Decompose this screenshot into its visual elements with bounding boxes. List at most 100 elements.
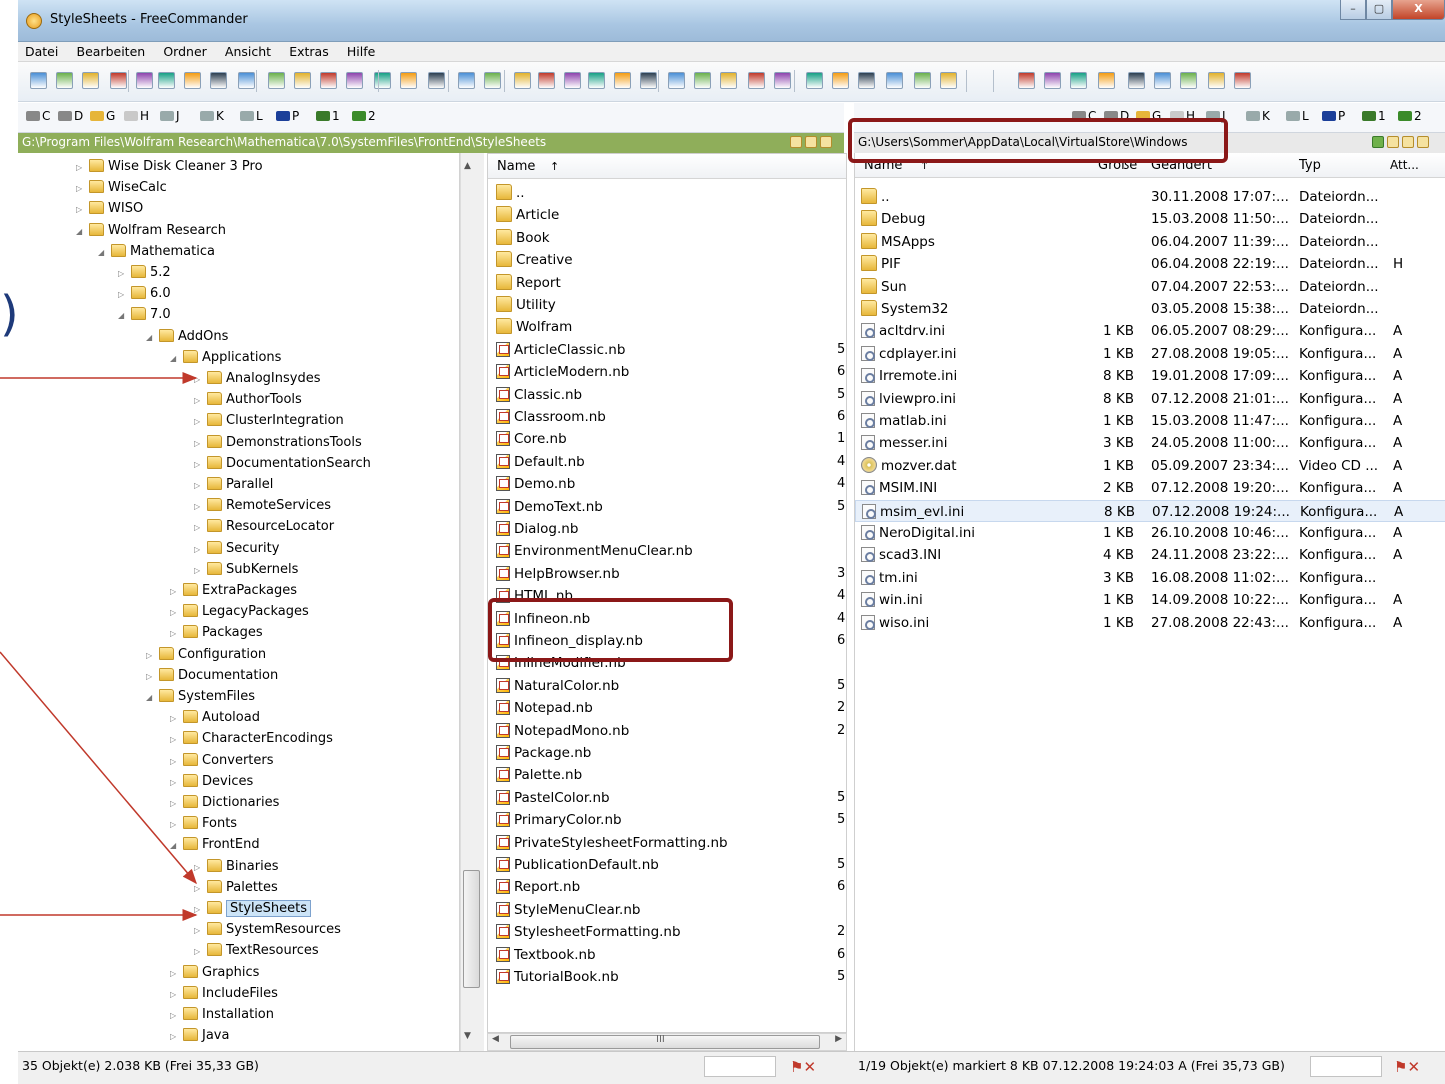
- file-row[interactable]: Report.nb: [496, 876, 580, 898]
- toolbar-button-icon[interactable]: [720, 72, 737, 89]
- drive-d[interactable]: D: [58, 109, 83, 123]
- file-row[interactable]: wiso.ini 1 KB 27.08.2008 22:43:... Konfigur…: [855, 612, 1445, 634]
- collapse-icon[interactable]: ◢: [118, 305, 128, 326]
- file-row[interactable]: EnvironmentMenuClear.nb: [496, 540, 693, 562]
- collapse-icon[interactable]: ◢: [170, 835, 180, 856]
- file-row[interactable]: MSApps 06.04.2007 11:39:... Dateiordn...: [855, 231, 1445, 253]
- file-row[interactable]: mozver.dat 1 KB 05.09.2007 23:34:... Video …: [855, 455, 1445, 477]
- drive-g[interactable]: G: [1136, 109, 1161, 123]
- file-row[interactable]: Palette.nb: [496, 764, 582, 786]
- toolbar-button-icon[interactable]: [886, 72, 903, 89]
- expand-icon[interactable]: ▷: [170, 814, 180, 835]
- toolbar-button-icon[interactable]: [640, 72, 657, 89]
- toolbar-button-icon[interactable]: [110, 72, 127, 89]
- toolbar-button-icon[interactable]: [538, 72, 555, 89]
- toolbar-button-icon[interactable]: [694, 72, 711, 89]
- tree-node[interactable]: ▷ Installation: [170, 1004, 274, 1025]
- file-row[interactable]: InlineModifier.nb: [496, 652, 626, 674]
- file-row[interactable]: ArticleClassic.nb: [496, 339, 625, 361]
- tree-node[interactable]: ▷ DocumentationSearch: [194, 453, 371, 474]
- toolbar-button-icon[interactable]: [184, 72, 201, 89]
- toolbar-button-icon[interactable]: [400, 72, 417, 89]
- file-row[interactable]: messer.ini 3 KB 24.05.2008 11:00:... Konfig…: [855, 432, 1445, 454]
- expand-icon[interactable]: ▷: [194, 411, 204, 432]
- expand-icon[interactable]: ▷: [118, 284, 128, 305]
- expand-icon[interactable]: ▷: [170, 581, 180, 602]
- toolbar-button-icon[interactable]: [1070, 72, 1087, 89]
- drive-1[interactable]: 1: [316, 109, 340, 123]
- file-row[interactable]: msim_evl.ini 8 KB 07.12.2008 19:24:... Konf…: [855, 499, 1445, 522]
- file-row[interactable]: Core.nb: [496, 428, 567, 450]
- toolbar-button-icon[interactable]: [320, 72, 337, 89]
- tree-node[interactable]: ◢ SystemFiles: [146, 686, 255, 707]
- file-row[interactable]: Irremote.ini 8 KB 19.01.2008 17:09:... Konf…: [855, 365, 1445, 387]
- collapse-icon[interactable]: ◢: [146, 327, 156, 348]
- toolbar-button-icon[interactable]: [564, 72, 581, 89]
- toolbar-button-icon[interactable]: [458, 72, 475, 89]
- tree-node[interactable]: ▷ SubKernels: [194, 559, 298, 580]
- history-icon[interactable]: [805, 136, 817, 148]
- left-filter-input[interactable]: [704, 1056, 776, 1077]
- toolbar-button-icon[interactable]: [748, 72, 765, 89]
- file-row[interactable]: NaturalColor.nb: [496, 675, 619, 697]
- file-row[interactable]: DemoText.nb: [496, 496, 603, 518]
- right-col-type[interactable]: Typ: [1299, 153, 1321, 178]
- right-col-name[interactable]: Name: [864, 153, 902, 178]
- tree-node[interactable]: ▷ StyleSheets: [194, 898, 312, 920]
- tree-node[interactable]: ◢ FrontEnd: [170, 834, 260, 855]
- drive-2[interactable]: 2: [352, 109, 376, 123]
- toolbar-button-icon[interactable]: [1234, 72, 1251, 89]
- tree-node[interactable]: ▷ Java: [170, 1025, 229, 1046]
- expand-icon[interactable]: ▷: [194, 433, 204, 454]
- history-icon[interactable]: [1402, 136, 1414, 148]
- toolbar-button-icon[interactable]: [158, 72, 175, 89]
- tree-node[interactable]: ▷ Binaries: [194, 856, 278, 877]
- drive-k[interactable]: K: [1246, 109, 1270, 123]
- file-row[interactable]: Package.nb: [496, 742, 591, 764]
- file-row[interactable]: Classroom.nb: [496, 406, 606, 428]
- file-row[interactable]: Infineon.nb: [496, 608, 590, 630]
- left-path-bar[interactable]: G:\Program Files\Wolfram Research\Mathem…: [18, 133, 844, 153]
- menu-ordner[interactable]: Ordner: [156, 42, 213, 61]
- tree-node[interactable]: ▷ Palettes: [194, 877, 278, 898]
- right-filter-icons[interactable]: ⚑✕: [1394, 1058, 1420, 1076]
- file-row[interactable]: Wolfram: [496, 316, 572, 338]
- expand-icon[interactable]: ▷: [194, 899, 204, 920]
- file-row[interactable]: Classic.nb: [496, 384, 582, 406]
- file-row[interactable]: TutorialBook.nb: [496, 966, 619, 988]
- tree-node[interactable]: ◢ Wolfram Research: [76, 220, 226, 241]
- drive-j[interactable]: J: [160, 109, 180, 123]
- right-path-bar[interactable]: G:\Users\Sommer\AppData\Local\VirtualSto…: [854, 133, 1445, 153]
- folder-up-icon[interactable]: [820, 136, 832, 148]
- toolbar-button-icon[interactable]: [1180, 72, 1197, 89]
- expand-icon[interactable]: ▷: [194, 539, 204, 560]
- toolbar-button-icon[interactable]: [1208, 72, 1225, 89]
- menu-bearbeiten[interactable]: Bearbeiten: [70, 42, 153, 61]
- collapse-icon[interactable]: ◢: [170, 348, 180, 369]
- drive-1[interactable]: 1: [1362, 109, 1386, 123]
- tree-node[interactable]: ▷ Fonts: [170, 813, 237, 834]
- file-row[interactable]: PIF 06.04.2008 22:19:... Dateiordn... H: [855, 253, 1445, 275]
- tree-node[interactable]: ▷ AnalogInsydes: [194, 368, 320, 389]
- tree-node[interactable]: ▷ Wise Disk Cleaner 3 Pro: [76, 156, 263, 177]
- tree-scroll-thumb[interactable]: [463, 870, 480, 988]
- drive-l[interactable]: L: [1286, 109, 1309, 123]
- middle-file-list[interactable]: Name ↑ .. Article Book Creative Report Utilit…: [487, 153, 847, 1033]
- tree-node[interactable]: ▷ RemoteServices: [194, 495, 331, 516]
- drive-l[interactable]: L: [240, 109, 263, 123]
- file-row[interactable]: Article: [496, 204, 559, 226]
- tree-node[interactable]: ◢ Applications: [170, 347, 281, 368]
- expand-icon[interactable]: ▷: [170, 602, 180, 623]
- toolbar-button-icon[interactable]: [294, 72, 311, 89]
- drive-c[interactable]: C: [1072, 109, 1096, 123]
- tree-node[interactable]: ▷ WISO: [76, 198, 143, 219]
- tree-node[interactable]: ▷ Converters: [170, 750, 274, 771]
- file-row[interactable]: System32 03.05.2008 15:38:... Dateiordn...: [855, 298, 1445, 320]
- file-row[interactable]: Dialog.nb: [496, 518, 578, 540]
- file-row[interactable]: Debug 15.03.2008 11:50:... Dateiordn...: [855, 208, 1445, 230]
- scroll-left-icon[interactable]: ◀: [492, 1034, 499, 1044]
- file-row[interactable]: PrimaryColor.nb: [496, 809, 622, 831]
- tree-node[interactable]: ▷ Documentation: [146, 665, 278, 686]
- toolbar-button-icon[interactable]: [238, 72, 255, 89]
- right-col-date[interactable]: Geändert: [1151, 153, 1212, 178]
